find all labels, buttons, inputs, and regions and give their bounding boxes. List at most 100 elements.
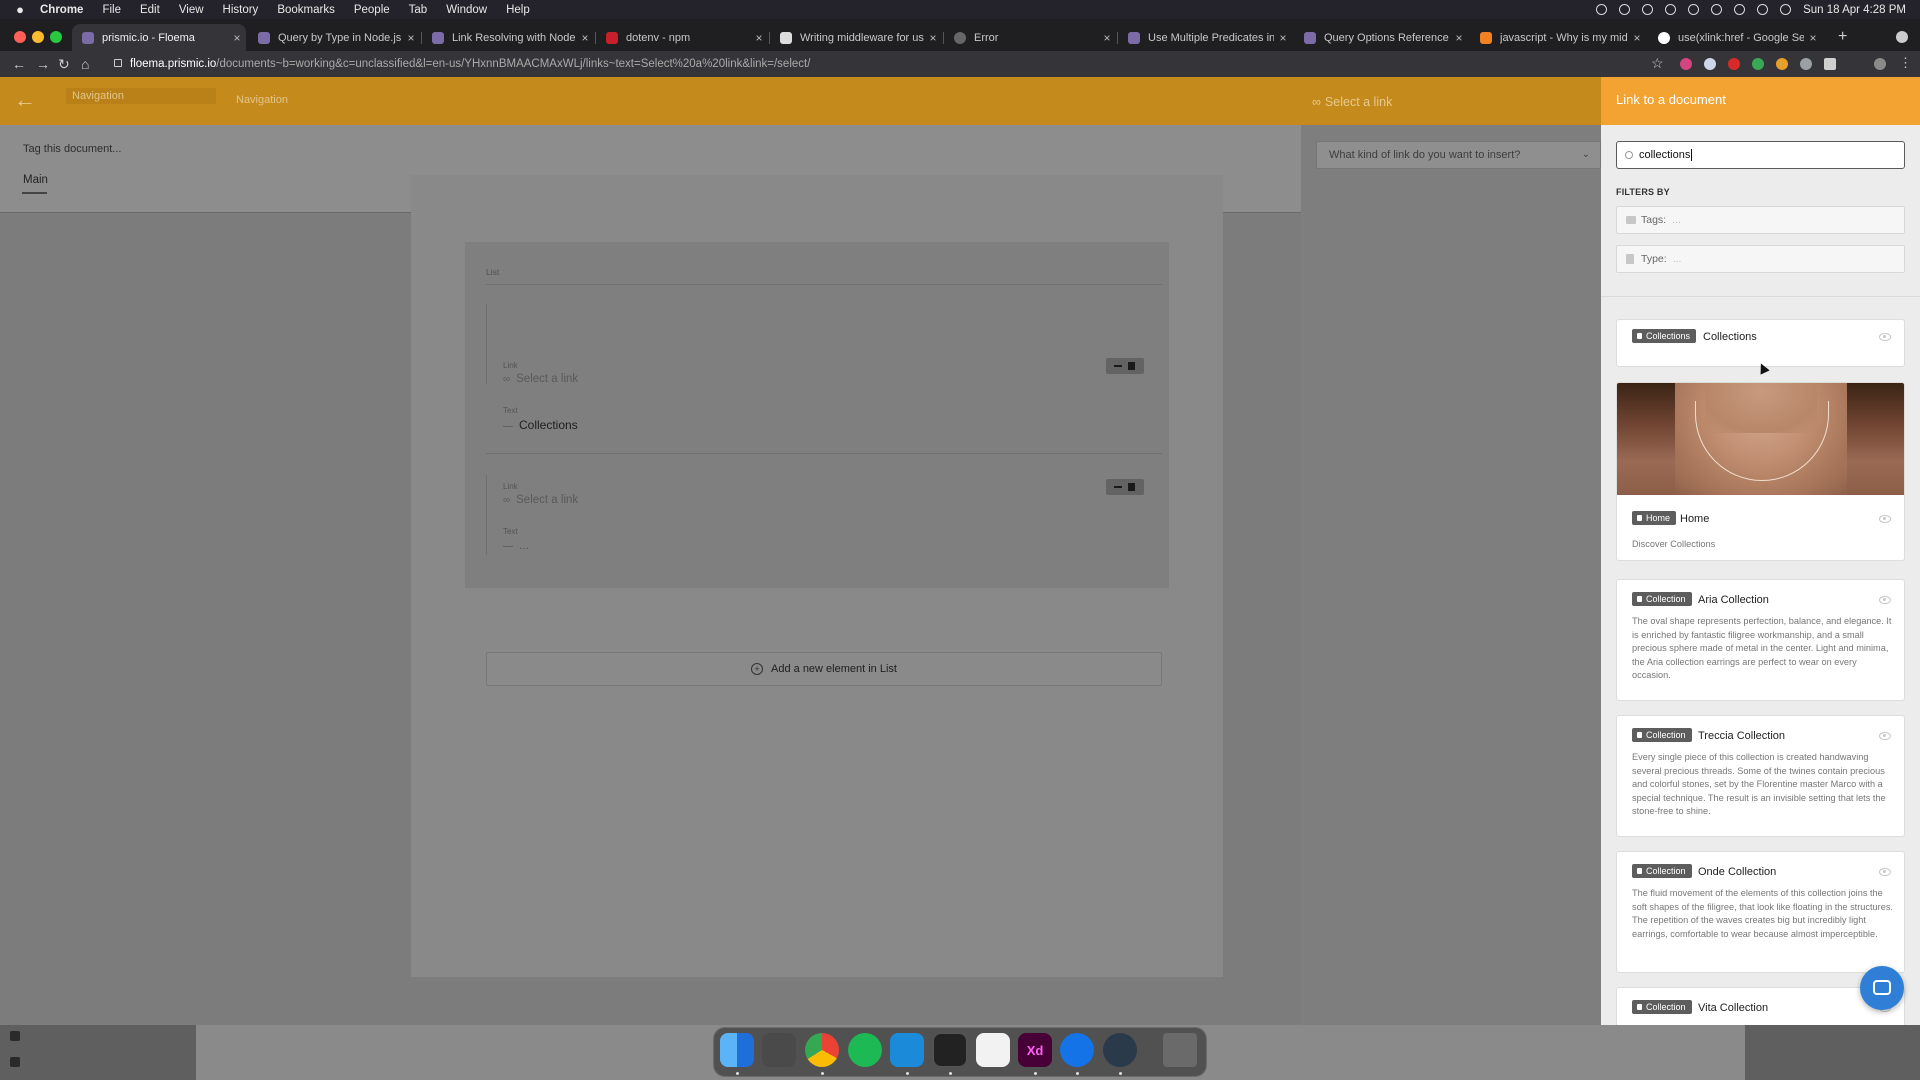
preview-eye-icon[interactable] <box>1879 732 1891 740</box>
sync-icon[interactable] <box>1619 4 1631 15</box>
forward-icon[interactable]: → <box>36 56 50 72</box>
result-card[interactable]: Collection Treccia Collection Every sing… <box>1616 715 1905 837</box>
tab-multiple-predicates[interactable]: Use Multiple Predicates in Ja × <box>1118 24 1292 51</box>
battery-icon[interactable] <box>1734 4 1746 15</box>
control-center-icon[interactable] <box>1780 4 1792 15</box>
preview-eye-icon[interactable] <box>1879 515 1891 523</box>
preview-eye-icon[interactable] <box>1879 333 1891 341</box>
trash-icon[interactable] <box>1163 1033 1197 1067</box>
upload-icon[interactable] <box>1688 4 1700 15</box>
close-tab-icon[interactable]: × <box>576 31 594 45</box>
back-arrow-icon[interactable]: ← <box>14 87 36 113</box>
bookmark-star-icon[interactable]: ☆ <box>1651 55 1664 72</box>
close-tab-icon[interactable]: × <box>1804 31 1822 45</box>
extensions-puzzle-icon[interactable] <box>1824 58 1836 70</box>
extension-icon[interactable] <box>1680 58 1692 70</box>
tab-writing-middleware[interactable]: Writing middleware for use in × <box>770 24 942 51</box>
extension-icon[interactable] <box>1728 58 1740 70</box>
spotify-icon[interactable] <box>848 1033 882 1067</box>
extension-icon[interactable] <box>1752 58 1764 70</box>
chrome-icon[interactable] <box>805 1033 839 1067</box>
tab-query-options[interactable]: Query Options Reference in J × <box>1294 24 1468 51</box>
type-filter[interactable]: Type:... <box>1616 245 1905 273</box>
tag-input[interactable]: Tag this document... <box>23 143 121 155</box>
menu-tab[interactable]: Tab <box>409 4 428 16</box>
tab-main[interactable]: Main <box>23 174 48 186</box>
layers-icon[interactable] <box>10 1031 20 1041</box>
extension-icon[interactable] <box>1776 58 1788 70</box>
finder-icon[interactable] <box>720 1033 754 1067</box>
new-tab-icon[interactable]: + <box>1838 28 1847 46</box>
tab-search-icon[interactable] <box>1896 31 1908 43</box>
tab-google-search[interactable]: use(xlink:href - Google Searc × <box>1648 24 1822 51</box>
menu-bookmarks[interactable]: Bookmarks <box>277 4 335 16</box>
cloud-icon[interactable] <box>1642 4 1654 15</box>
tab-link-resolving[interactable]: Link Resolving with Node.js - × <box>422 24 594 51</box>
menu-window[interactable]: Window <box>446 4 487 16</box>
wifi-icon[interactable] <box>1711 4 1723 15</box>
menu-view[interactable]: View <box>179 4 204 16</box>
minimize-window-icon[interactable] <box>32 31 44 43</box>
tab-prismic-floema[interactable]: prismic.io - Floema × <box>72 24 246 51</box>
tab-stackoverflow[interactable]: javascript - Why is my middle × <box>1470 24 1646 51</box>
trash-icon[interactable] <box>1128 362 1135 370</box>
preview-eye-icon[interactable] <box>1879 868 1891 876</box>
home-icon[interactable]: ⌂ <box>81 56 89 72</box>
adobe-xd-icon[interactable]: Xd <box>1018 1033 1052 1067</box>
reorder-icon[interactable] <box>1114 486 1122 488</box>
preview-eye-icon[interactable] <box>1879 596 1891 604</box>
menu-help[interactable]: Help <box>506 4 530 16</box>
record-icon[interactable] <box>1596 4 1608 15</box>
menu-people[interactable]: People <box>354 4 390 16</box>
add-element-button[interactable]: + Add a new element in List <box>486 652 1162 686</box>
result-card[interactable]: Home Home Discover Collections <box>1616 382 1905 561</box>
close-tab-icon[interactable]: × <box>924 31 942 45</box>
text-field[interactable]: — Collections <box>503 418 578 432</box>
quicktime-icon[interactable] <box>1103 1033 1137 1067</box>
menu-file[interactable]: File <box>102 4 121 16</box>
chat-launcher-button[interactable] <box>1860 966 1904 1010</box>
link-field[interactable]: ∞ Select a link <box>503 373 578 385</box>
text-field[interactable]: —... <box>503 538 529 552</box>
close-window-icon[interactable] <box>14 31 26 43</box>
tab-error[interactable]: Error × <box>944 24 1116 51</box>
slack-icon[interactable] <box>976 1033 1010 1067</box>
search-input[interactable]: collections <box>1616 141 1905 169</box>
terminal-icon[interactable] <box>933 1033 967 1067</box>
menu-history[interactable]: History <box>223 4 259 16</box>
close-tab-icon[interactable]: × <box>1450 31 1468 45</box>
link-field[interactable]: ∞ Select a link <box>503 494 578 506</box>
tags-filter[interactable]: Tags:... <box>1616 206 1905 234</box>
reorder-icon[interactable] <box>1114 365 1122 367</box>
close-tab-icon[interactable]: × <box>1098 31 1116 45</box>
result-card[interactable]: Collection Onde Collection The fluid mov… <box>1616 851 1905 973</box>
link-kind-select[interactable]: What kind of link do you want to insert?… <box>1316 141 1601 169</box>
close-tab-icon[interactable]: × <box>750 31 768 45</box>
tab-query-by-type[interactable]: Query by Type in Node.js - Pr × <box>248 24 420 51</box>
close-tab-icon[interactable]: × <box>228 31 246 45</box>
chrome-menu-icon[interactable]: ⋮ <box>1899 55 1912 71</box>
plugin-icon[interactable] <box>10 1057 20 1067</box>
apple-icon[interactable]: ● <box>0 2 40 17</box>
close-tab-icon[interactable]: × <box>1628 31 1646 45</box>
profile-avatar-icon[interactable] <box>1874 58 1886 70</box>
clock[interactable]: Sun 18 Apr 4:28 PM <box>1803 4 1906 16</box>
close-tab-icon[interactable]: × <box>1274 31 1292 45</box>
result-card[interactable]: Collection Aria Collection The oval shap… <box>1616 579 1905 701</box>
menu-app-name[interactable]: Chrome <box>40 4 83 16</box>
tab-dotenv-npm[interactable]: dotenv - npm × <box>596 24 768 51</box>
onepassword-extension-icon[interactable] <box>1704 58 1716 70</box>
vscode-icon[interactable] <box>890 1033 924 1067</box>
document-title-field[interactable]: Navigation <box>66 88 216 104</box>
maps-pin-icon[interactable] <box>1060 1033 1094 1067</box>
result-card[interactable]: Collections Collections <box>1616 319 1905 367</box>
search-icon[interactable] <box>1757 4 1769 15</box>
launchpad-icon[interactable] <box>762 1033 796 1067</box>
extension-icon[interactable] <box>1800 58 1812 70</box>
address-bar[interactable]: floema.prismic.io/documents~b=working&c=… <box>106 51 1654 77</box>
menu-edit[interactable]: Edit <box>140 4 160 16</box>
back-icon[interactable]: ← <box>12 56 26 72</box>
maximize-window-icon[interactable] <box>50 31 62 43</box>
reload-icon[interactable]: ↻ <box>58 56 70 73</box>
trash-icon[interactable] <box>1128 483 1135 491</box>
